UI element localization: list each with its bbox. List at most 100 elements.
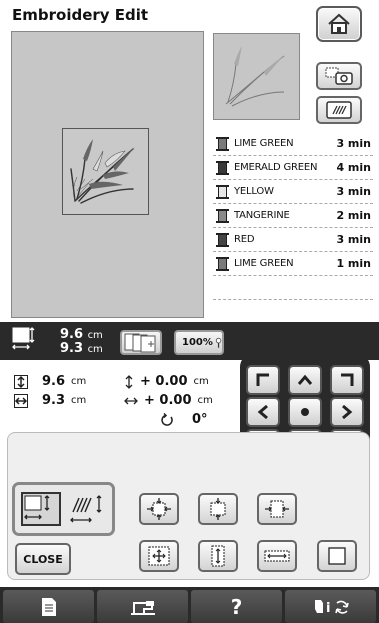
shrink-vertical-icon [210,498,226,520]
thread-spool-icon [216,136,229,151]
close-button[interactable]: CLOSE [15,543,71,575]
move-right-button[interactable] [330,397,364,427]
list-item: RED 3 min [213,228,373,252]
size-unit: cm [87,330,103,341]
list-item: EMERALD GREEN 4 min [213,156,373,180]
resize-proportional-button[interactable] [21,492,61,526]
thread-time: 4 min [336,161,371,174]
reset-size-button[interactable] [317,540,357,572]
layers-button[interactable] [120,330,162,355]
thread-name: TANGERINE [234,210,290,221]
thread-spool-icon [216,208,229,223]
shrink-icon [147,498,171,520]
list-item: YELLOW 3 min [213,180,373,204]
center-dot-icon [301,408,309,416]
enlarge-horizontal-button[interactable] [257,540,297,572]
offset-y-value: + 0.00 [140,374,188,389]
size-width: 9.6 [60,327,84,342]
resize-stitch-button[interactable] [67,492,107,526]
dimension-info: 9.6 cm 9.3 cm + 0.00 cm + 0.00 cm 0° [12,368,237,430]
home-button[interactable] [316,6,362,42]
thread-time: 2 min [336,209,371,222]
move-up-left-button[interactable] [246,365,280,395]
move-up-right-button[interactable] [330,365,364,395]
tutorial-button[interactable]: i [285,590,376,623]
width-unit: cm [71,395,87,406]
width-value: 9.3 [42,393,66,408]
corner-up-left-icon [256,373,269,386]
layers-icon [124,333,156,353]
sewing-machine-button[interactable] [97,590,188,623]
corner-up-right-icon [341,373,354,386]
thread-list: LIME GREEN 3 min EMERALD GREEN 4 min YEL… [213,132,373,300]
rotate-icon [161,412,173,426]
shrink-vertical-button[interactable] [198,493,238,525]
thread-name: RED [234,234,255,245]
tutorial-icon: i [314,599,349,616]
rotation-row: 0° [160,412,208,427]
thread-name: LIME GREEN [234,138,294,149]
page-title: Embroidery Edit [12,6,149,24]
offset-x-row: + 0.00 cm [124,393,213,408]
resize-mode-toggle[interactable] [12,482,115,536]
offset-y-row: + 0.00 cm [124,374,209,389]
enlarge-vertical-button[interactable] [198,540,238,572]
thread-time: 3 min [336,185,371,198]
design-frame[interactable] [62,128,149,215]
shrink-horizontal-button[interactable] [257,493,297,525]
enlarge-icon [148,546,170,566]
thread-name: LIME GREEN [234,258,294,269]
arrow-left-icon [257,404,268,420]
arrow-up-icon [297,374,313,385]
thread-time: 3 min [336,137,371,150]
settings-button[interactable] [3,590,94,623]
offset-x-unit: cm [197,395,213,406]
home-icon [328,13,350,34]
svg-text:i: i [326,601,330,616]
thread-spool-icon [216,232,229,247]
stitch-pattern-button[interactable] [316,96,362,124]
list-item: LIME GREEN 1 min [213,252,373,276]
sewing-machine-icon [130,600,155,615]
stitch-resize-icon [70,495,102,523]
enlarge-vertical-icon [211,545,225,567]
width-icon [14,393,28,408]
zoom-button[interactable]: 100% [174,330,224,355]
height-unit: cm [71,376,87,387]
list-item: LIME GREEN 3 min [213,132,373,156]
move-up-button[interactable] [288,365,322,395]
enlarge-button[interactable] [139,540,179,572]
shrink-button[interactable] [139,493,179,525]
size-readout: 9.6 cm 9.3 cm [60,328,103,356]
size-icon [24,495,50,520]
center-button[interactable] [288,397,322,427]
offset-y-unit: cm [193,376,209,387]
size-unit: cm [87,344,103,355]
offset-x-value: + 0.00 [144,393,192,408]
design-preview [213,33,300,120]
camera-icon [325,67,353,85]
thread-name: EMERALD GREEN [234,162,318,173]
stitch-pattern-icon [326,101,352,119]
height-row: 9.6 cm [14,374,86,389]
bottom-toolbar: ? i [0,587,379,623]
size-height: 9.3 [60,341,84,356]
document-icon [41,597,56,616]
arrow-right-icon [342,404,353,420]
help-button[interactable]: ? [191,590,282,623]
thread-spool-icon [216,160,229,175]
thread-spool-icon [216,256,229,271]
height-icon [14,374,28,389]
size-icon [12,327,37,352]
list-item-empty [213,276,373,300]
thread-time: 1 min [336,257,371,270]
thread-name: YELLOW [234,186,274,197]
thread-spool-icon [216,184,229,199]
shrink-horizontal-icon [265,500,289,518]
move-left-button[interactable] [246,397,280,427]
leaf-design [70,139,135,204]
rotation-value: 0° [192,412,208,427]
camera-button[interactable] [316,62,362,90]
zoom-icon [215,337,222,348]
vertical-offset-icon [125,374,133,389]
